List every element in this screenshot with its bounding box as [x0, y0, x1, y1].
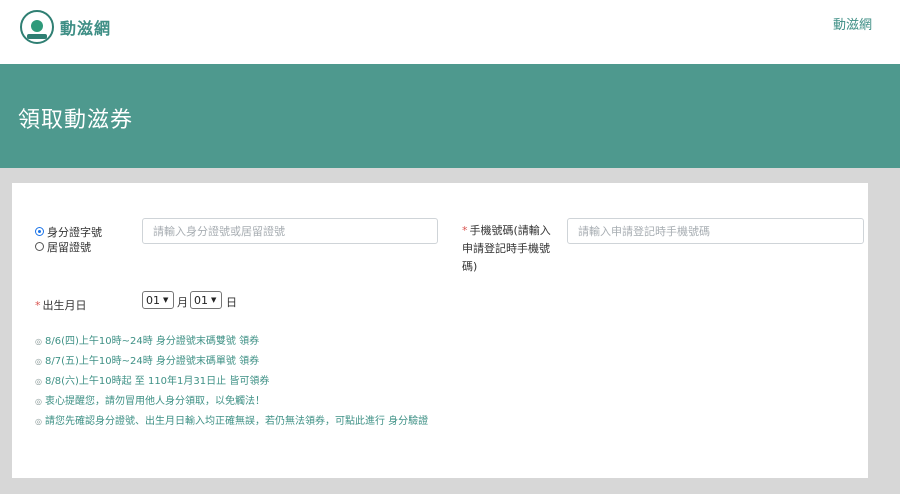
- radio-option-id-number[interactable]: 身分證字號: [35, 224, 102, 239]
- day-select[interactable]: 01 ▼: [190, 291, 222, 309]
- radio-option-residence-number[interactable]: 居留證號: [35, 239, 102, 254]
- id-number-input[interactable]: [142, 218, 438, 244]
- top-navbar: 動滋網 動滋網: [0, 0, 900, 64]
- note-item: ◎ 8/6(四)上午10時~24時 身分證號末碼雙號 領券: [35, 334, 428, 354]
- chevron-down-icon: ▼: [211, 296, 217, 304]
- required-mark: *: [35, 299, 41, 312]
- dob-label-text: 出生月日: [42, 299, 87, 312]
- note-text[interactable]: 請您先確認身分證號、出生月日輸入均正確無誤，若仍無法領券，可點此進行 身分驗證: [45, 416, 428, 427]
- phone-label-text: 手機號碼(請輸入申請登記時手機號碼): [462, 224, 551, 273]
- logo-text: 動滋網: [60, 19, 112, 38]
- chevron-down-icon: ▼: [163, 296, 169, 304]
- phone-label: * 手機號碼(請輸入申請登記時手機號碼): [462, 222, 554, 276]
- note-item-verify[interactable]: ◎ 請您先確認身分證號、出生月日輸入均正確無誤，若仍無法領券，可點此進行 身分驗證: [35, 414, 428, 434]
- notes-list: ◎ 8/6(四)上午10時~24時 身分證號末碼雙號 領券 ◎ 8/7(五)上午10…: [35, 334, 428, 434]
- radio-button[interactable]: [35, 227, 44, 236]
- bullet-icon: ◎: [35, 377, 42, 386]
- phone-number-input[interactable]: [567, 218, 864, 244]
- nav-link-home[interactable]: 動滋網: [833, 14, 872, 33]
- bullet-icon: ◎: [35, 397, 42, 406]
- day-unit: 日: [226, 296, 237, 309]
- bullet-icon: ◎: [35, 357, 42, 366]
- note-item: ◎ 衷心提醒您，請勿冒用他人身分領取，以免觸法！: [35, 394, 428, 414]
- bullet-icon: ◎: [35, 417, 42, 426]
- page-title: 領取動滋券: [18, 108, 134, 133]
- dob-label: * 出生月日: [35, 297, 87, 313]
- note-text: 8/6(四)上午10時~24時 身分證號末碼雙號 領券: [44, 336, 260, 347]
- radio-label[interactable]: 居留證號: [47, 239, 91, 255]
- radio-button[interactable]: [35, 242, 44, 251]
- ministry-seal-icon: [20, 10, 54, 44]
- note-text: 8/8(六)上午10時起 至 110年1月31日止 皆可領券: [44, 376, 270, 387]
- note-text: 衷心提醒您，請勿冒用他人身分領取，以免觸法！: [44, 396, 265, 407]
- site-logo[interactable]: 動滋網: [20, 10, 111, 44]
- month-unit: 月: [177, 296, 188, 309]
- month-value: 01: [146, 293, 160, 307]
- page-banner: 領取動滋券: [0, 64, 900, 168]
- month-select[interactable]: 01 ▼: [142, 291, 174, 309]
- required-mark: *: [462, 224, 468, 237]
- day-value: 01: [194, 293, 208, 307]
- radio-label[interactable]: 身分證字號: [47, 224, 102, 240]
- bullet-icon: ◎: [35, 337, 42, 346]
- note-item: ◎ 8/7(五)上午10時~24時 身分證號末碼單號 領券: [35, 354, 428, 374]
- note-text: 8/7(五)上午10時~24時 身分證號末碼單號 領券: [44, 356, 260, 367]
- id-type-radio-group: 身分證字號 居留證號: [35, 224, 102, 254]
- note-item: ◎ 8/8(六)上午10時起 至 110年1月31日止 皆可領券: [35, 374, 428, 394]
